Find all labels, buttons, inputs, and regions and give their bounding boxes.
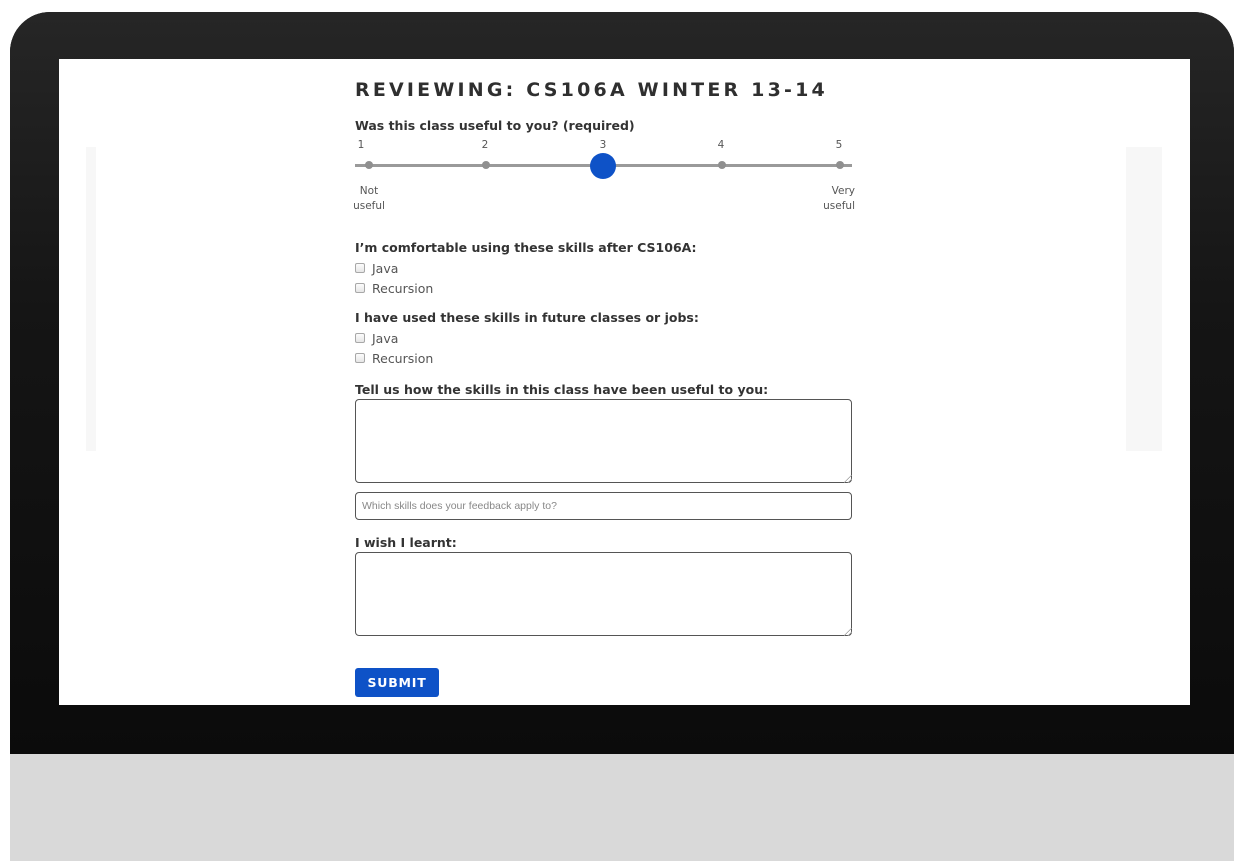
checkbox-label: Java (372, 260, 399, 276)
comfortable-option-recursion[interactable]: Recursion (355, 279, 433, 297)
resize-grip-icon[interactable] (844, 628, 852, 636)
page-title: REVIEWING: CS106A WINTER 13-14 (355, 79, 828, 101)
scale-label-2: 2 (481, 139, 489, 151)
checkbox[interactable] (355, 283, 365, 293)
checkbox[interactable] (355, 333, 365, 343)
slider-handle[interactable] (590, 153, 616, 179)
scale-label-5: 5 (835, 139, 843, 151)
skills-input[interactable]: Which skills does your feedback apply to… (355, 492, 852, 520)
slider-tick-5[interactable] (836, 161, 844, 169)
feedback-question: Tell us how the skills in this class hav… (355, 382, 769, 397)
monitor-frame: REVIEWING: CS106A WINTER 13-14 Was this … (10, 12, 1234, 861)
checkbox-label: Java (372, 330, 399, 346)
scale-label-1: 1 (357, 139, 365, 151)
checkbox[interactable] (355, 263, 365, 273)
screen: REVIEWING: CS106A WINTER 13-14 Was this … (59, 59, 1190, 705)
right-side-panel (1126, 147, 1162, 451)
checkbox-label: Recursion (372, 350, 434, 366)
usefulness-slider[interactable]: 1 2 3 4 5 Not useful Very useful (353, 139, 855, 229)
checkbox[interactable] (355, 353, 365, 363)
scale-label-4: 4 (717, 139, 725, 151)
wish-question: I wish I learnt: (355, 535, 457, 550)
comfortable-question: I’m comfortable using these skills after… (355, 240, 697, 255)
used-option-recursion[interactable]: Recursion (355, 349, 433, 367)
scale-low-label: Not useful (353, 185, 385, 212)
submit-button[interactable]: SUBMIT (355, 668, 439, 697)
checkbox-label: Recursion (372, 280, 434, 296)
comfortable-option-java[interactable]: Java (355, 259, 398, 277)
wish-textarea[interactable] (355, 552, 852, 636)
slider-tick-2[interactable] (482, 161, 490, 169)
resize-grip-icon[interactable] (844, 475, 852, 483)
left-side-panel (86, 147, 96, 451)
usefulness-question: Was this class useful to you? (required) (355, 118, 635, 133)
used-option-java[interactable]: Java (355, 329, 398, 347)
used-question: I have used these skills in future class… (355, 310, 699, 325)
scale-label-3: 3 (599, 139, 607, 151)
monitor-chin (10, 754, 1234, 861)
slider-tick-4[interactable] (718, 161, 726, 169)
feedback-textarea[interactable] (355, 399, 852, 483)
slider-tick-1[interactable] (365, 161, 373, 169)
scale-high-label: Very useful (823, 185, 855, 212)
